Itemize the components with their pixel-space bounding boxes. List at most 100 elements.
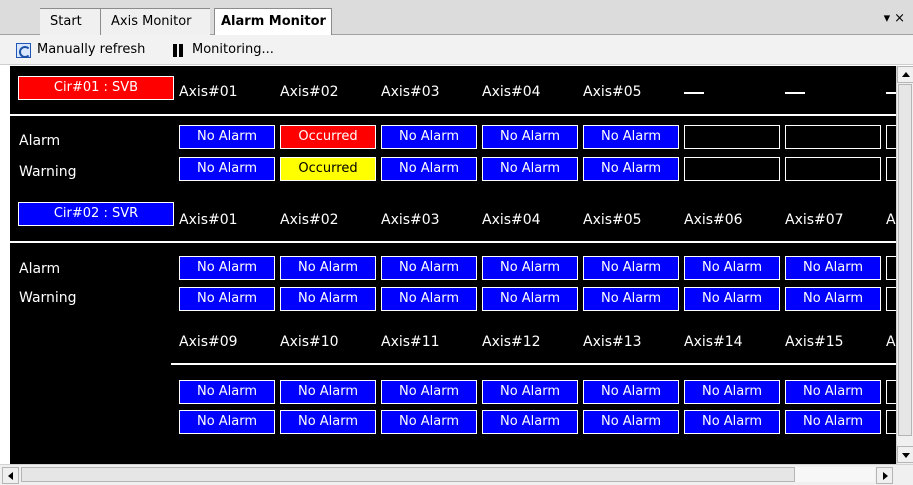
status-cell-empty [684, 125, 780, 149]
axis-header: Axis#10 [280, 334, 339, 350]
status-cell: No Alarm [280, 256, 376, 280]
status-cell: No Alarm [482, 380, 578, 404]
status-cell: No Alarm [684, 380, 780, 404]
arrow-down-icon [902, 453, 910, 458]
status-cell: No Alarm [583, 157, 679, 181]
status-cell: No Alarm [684, 256, 780, 280]
status-cell-empty [886, 157, 896, 181]
status-cell-empty [785, 157, 881, 181]
status-cell: No Alarm [785, 256, 881, 280]
tab-start-label: Start [50, 14, 82, 29]
axis-header: Axis#13 [583, 334, 642, 350]
status-cell: Occurred [280, 125, 376, 149]
axis-header: Axis#01 [179, 84, 238, 100]
status-cell: No Alarm [482, 125, 578, 149]
status-cell: No Alarm [179, 287, 275, 311]
arrow-left-icon [8, 472, 13, 480]
status-cell: No Alarm [280, 410, 376, 434]
status-cell: No Alarm [482, 157, 578, 181]
tab-axis-monitor[interactable]: Axis Monitor [100, 8, 210, 35]
axis-header: Axis#04 [482, 212, 541, 228]
axis-header: A [886, 334, 896, 350]
axis-header: Axis#02 [280, 84, 339, 100]
axis-header: Axis#03 [381, 212, 440, 228]
status-cell-empty [886, 287, 896, 311]
status-cell: No Alarm [482, 410, 578, 434]
toolbar: Manually refresh Monitoring... [0, 35, 913, 65]
circuit-01-alarm-row-label: Alarm [19, 133, 61, 149]
status-cell: Occurred [280, 157, 376, 181]
axis-header: Axis#06 [684, 212, 743, 228]
axis-header: Axis#09 [179, 334, 238, 350]
status-cell: No Alarm [785, 287, 881, 311]
status-cell: No Alarm [684, 410, 780, 434]
tab-axis-monitor-label: Axis Monitor [111, 14, 192, 29]
arrow-right-icon [883, 472, 888, 480]
tab-alarm-monitor[interactable]: Alarm Monitor [214, 8, 332, 36]
status-cell: No Alarm [179, 380, 275, 404]
axis-header: Axis#02 [280, 212, 339, 228]
monitoring-label: Monitoring... [192, 42, 274, 57]
horizontal-scroll-track [795, 467, 875, 482]
axis-header: Axis#11 [381, 334, 440, 350]
manually-refresh-button[interactable]: Manually refresh [16, 39, 145, 61]
status-cell: No Alarm [381, 157, 477, 181]
axis-header: Axis#12 [482, 334, 541, 350]
axis-header: Axis#04 [482, 84, 541, 100]
circuit-01-warning-row-label: Warning [19, 164, 77, 180]
status-cell-empty [684, 157, 780, 181]
status-cell-empty [886, 380, 896, 404]
axis-placeholder-dash [785, 92, 805, 94]
scroll-right-button[interactable] [876, 467, 893, 484]
status-cell: No Alarm [684, 287, 780, 311]
axis-header: Axis#05 [583, 212, 642, 228]
vertical-scrollbar[interactable] [896, 66, 913, 464]
status-cell: No Alarm [785, 410, 881, 434]
horizontal-scrollbar[interactable] [0, 464, 913, 485]
status-cell-empty [886, 410, 896, 434]
tab-alarm-monitor-label: Alarm Monitor [221, 14, 326, 29]
scroll-left-button[interactable] [2, 467, 19, 484]
alarm-monitor-panel: Cir#01 : SVB Alarm Warning Cir#02 : SVR … [10, 66, 896, 464]
axis-placeholder-dash [684, 92, 704, 94]
arrow-up-icon [902, 72, 910, 77]
axis-placeholder-dash [886, 92, 896, 94]
axis-header: Axis#05 [583, 84, 642, 100]
axis-header: Axis#15 [785, 334, 844, 350]
circuit-01-label: Cir#01 : SVB [18, 76, 174, 100]
status-cell: No Alarm [280, 287, 376, 311]
tab-bar: Start Axis Monitor Alarm Monitor ▾× [0, 0, 913, 36]
status-cell: No Alarm [482, 287, 578, 311]
status-cell: No Alarm [179, 125, 275, 149]
manually-refresh-label: Manually refresh [37, 42, 146, 57]
refresh-icon [16, 42, 31, 58]
circuit-02-block2-divider [171, 363, 896, 365]
status-cell: No Alarm [785, 380, 881, 404]
status-cell: No Alarm [280, 380, 376, 404]
status-cell-empty [886, 256, 896, 280]
axis-header: Axis#03 [381, 84, 440, 100]
status-cell: No Alarm [583, 380, 679, 404]
circuit-02-warning-row-label: Warning [19, 290, 77, 306]
status-cell: No Alarm [381, 380, 477, 404]
scroll-up-button[interactable] [897, 66, 913, 83]
axis-header: Axis#01 [179, 212, 238, 228]
tab-start[interactable]: Start [40, 8, 100, 35]
status-cell: No Alarm [381, 256, 477, 280]
status-cell: No Alarm [583, 287, 679, 311]
circuit-02-alarm-row-label: Alarm [19, 261, 61, 277]
axis-header: Axis#07 [785, 212, 844, 228]
status-cell: No Alarm [179, 410, 275, 434]
monitoring-button[interactable]: Monitoring... [172, 39, 274, 61]
close-icon[interactable]: × [894, 11, 909, 26]
pin-icon[interactable]: ▾ [884, 11, 895, 26]
status-cell: No Alarm [583, 125, 679, 149]
pause-icon [172, 43, 184, 57]
status-cell: No Alarm [381, 287, 477, 311]
vertical-scroll-thumb[interactable] [898, 84, 912, 436]
circuit-02-label: Cir#02 : SVR [18, 202, 174, 226]
horizontal-scroll-thumb[interactable] [21, 467, 795, 482]
status-cell-empty [785, 125, 881, 149]
circuit-02-divider [10, 241, 896, 243]
scroll-down-button[interactable] [897, 446, 913, 463]
